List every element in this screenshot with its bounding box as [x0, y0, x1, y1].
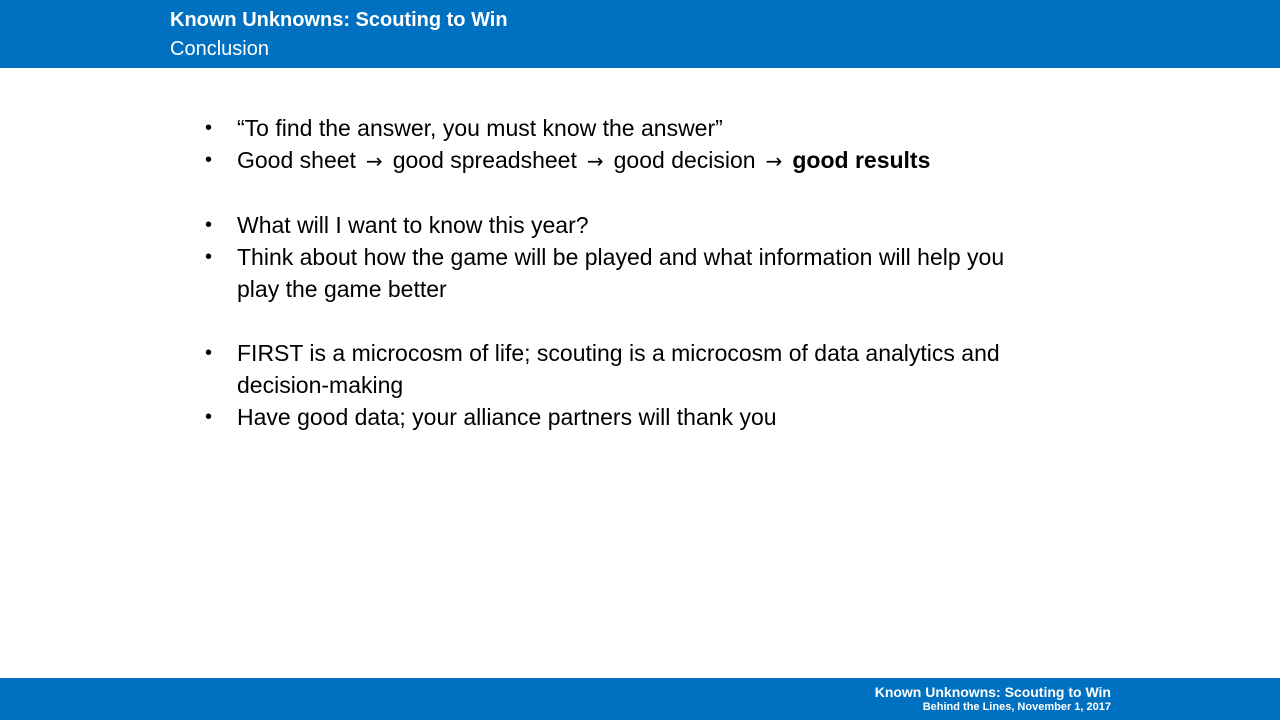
- slide-content: • “To find the answer, you must know the…: [205, 112, 1045, 433]
- bullet-icon: •: [205, 406, 213, 428]
- arrow-right-icon: →: [586, 149, 604, 173]
- bullet-text: What will I want to know this year?: [237, 212, 589, 238]
- flow-step: good decision: [613, 147, 756, 173]
- bullet-text: “To find the answer, you must know the a…: [237, 115, 723, 141]
- bullet-icon: •: [205, 149, 213, 171]
- bullet-item: • FIRST is a microcosm of life; scouting…: [205, 337, 1045, 401]
- slide-subtitle: Conclusion: [170, 38, 269, 60]
- spacer: [205, 305, 1045, 337]
- bullet-icon: •: [205, 214, 213, 236]
- bullet-text: Think about how the game will be played …: [237, 244, 1005, 302]
- bullet-item: • Good sheet → good spreadsheet → good d…: [205, 144, 1045, 177]
- bullet-text: Have good data; your alliance partners w…: [237, 404, 777, 430]
- bullet-icon: •: [205, 342, 213, 364]
- spacer: [205, 177, 1045, 209]
- slide-title: Known Unknowns: Scouting to Win: [170, 9, 508, 31]
- footer-event-date: Behind the Lines, November 1, 2017: [922, 701, 1111, 713]
- footer-title: Known Unknowns: Scouting to Win: [874, 684, 1111, 700]
- arrow-right-icon: →: [765, 149, 783, 173]
- flow-step: good spreadsheet: [392, 147, 577, 173]
- arrow-right-icon: →: [365, 149, 383, 173]
- bullet-icon: •: [205, 117, 213, 139]
- bullet-item: • Think about how the game will be playe…: [205, 241, 1045, 305]
- bullet-item: • “To find the answer, you must know the…: [205, 112, 1045, 144]
- flow-step: Good sheet: [237, 147, 356, 173]
- bullet-text: FIRST is a microcosm of life; scouting i…: [237, 340, 1000, 398]
- footer-text: Known Unknowns: Scouting to Win Behind t…: [875, 684, 1111, 714]
- flow-step-result: good results: [792, 147, 931, 173]
- bullet-item: • Have good data; your alliance partners…: [205, 401, 1045, 433]
- bullet-item: • What will I want to know this year?: [205, 209, 1045, 241]
- footer-bar: Known Unknowns: Scouting to Win Behind t…: [0, 678, 1280, 720]
- bullet-list: • “To find the answer, you must know the…: [205, 112, 1045, 433]
- bullet-icon: •: [205, 246, 213, 268]
- header-bar: Known Unknowns: Scouting to Win Conclusi…: [0, 0, 1280, 68]
